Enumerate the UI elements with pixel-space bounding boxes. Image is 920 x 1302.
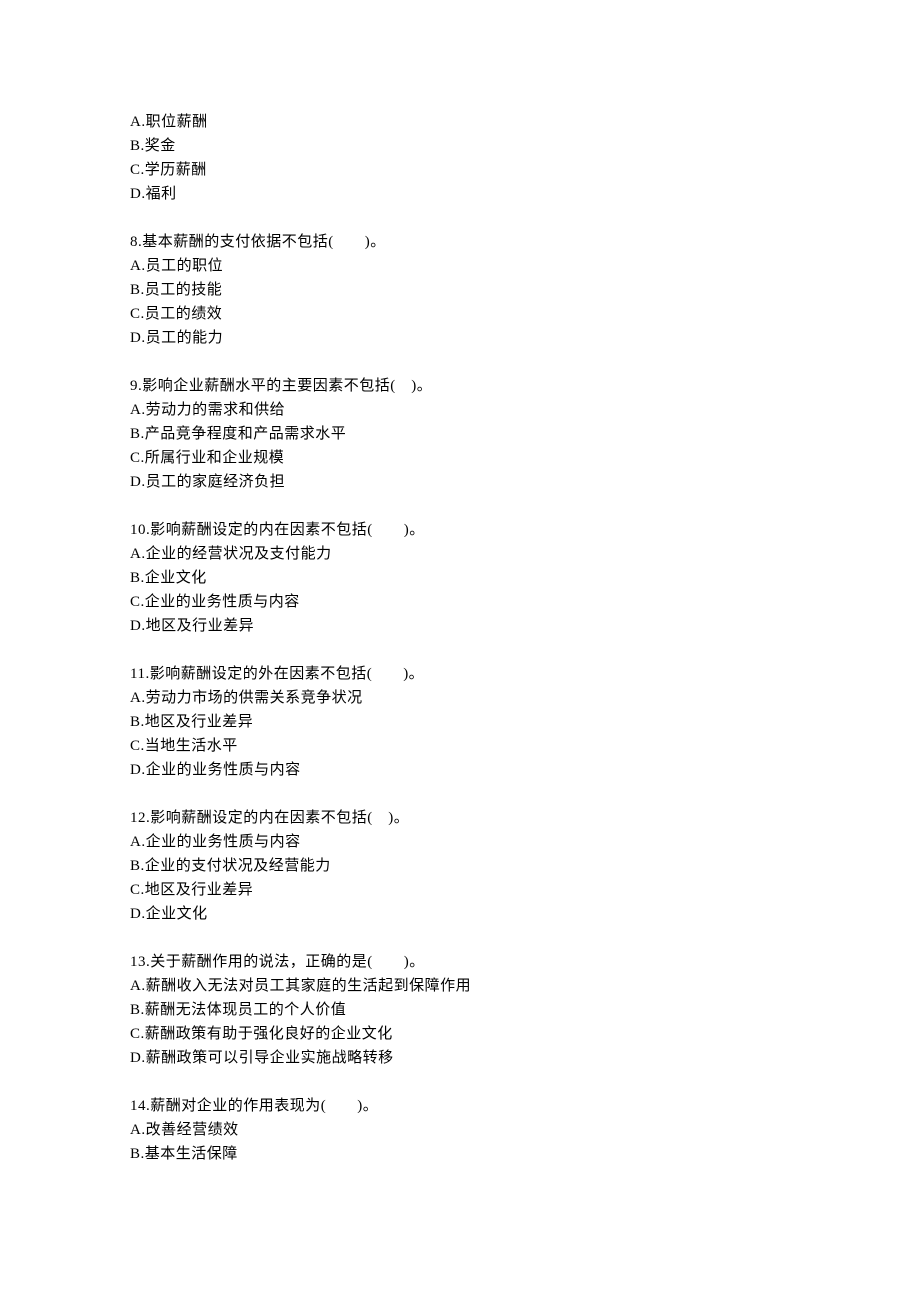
option-a: A.改善经营绩效 bbox=[130, 1118, 790, 1142]
question-block: 12.影响薪酬设定的内在因素不包括( )。 A.企业的业务性质与内容 B.企业的… bbox=[130, 806, 790, 926]
option-d: D.员工的家庭经济负担 bbox=[130, 470, 790, 494]
question-block: 10.影响薪酬设定的内在因素不包括( )。 A.企业的经营状况及支付能力 B.企… bbox=[130, 518, 790, 638]
question-block: 11.影响薪酬设定的外在因素不包括( )。 A.劳动力市场的供需关系竞争状况 B… bbox=[130, 662, 790, 782]
question-block: 14.薪酬对企业的作用表现为( )。 A.改善经营绩效 B.基本生活保障 bbox=[130, 1094, 790, 1166]
question-stem: 8.基本薪酬的支付依据不包括( )。 bbox=[130, 230, 790, 254]
option-d: D.企业的业务性质与内容 bbox=[130, 758, 790, 782]
question-stem: 13.关于薪酬作用的说法，正确的是( )。 bbox=[130, 950, 790, 974]
option-a: A.职位薪酬 bbox=[130, 110, 790, 134]
option-a: A.劳动力的需求和供给 bbox=[130, 398, 790, 422]
option-b: B.基本生活保障 bbox=[130, 1142, 790, 1166]
option-c: C.企业的业务性质与内容 bbox=[130, 590, 790, 614]
option-b: B.企业文化 bbox=[130, 566, 790, 590]
question-stem: 9.影响企业薪酬水平的主要因素不包括( )。 bbox=[130, 374, 790, 398]
option-c: C.薪酬政策有助于强化良好的企业文化 bbox=[130, 1022, 790, 1046]
option-a: A.企业的业务性质与内容 bbox=[130, 830, 790, 854]
option-a: A.企业的经营状况及支付能力 bbox=[130, 542, 790, 566]
top-options-block: A.职位薪酬 B.奖金 C.学历薪酬 D.福利 bbox=[130, 110, 790, 206]
option-c: C.地区及行业差异 bbox=[130, 878, 790, 902]
option-c: C.员工的绩效 bbox=[130, 302, 790, 326]
option-b: B.企业的支付状况及经营能力 bbox=[130, 854, 790, 878]
option-c: C.所属行业和企业规模 bbox=[130, 446, 790, 470]
option-b: B.奖金 bbox=[130, 134, 790, 158]
question-stem: 12.影响薪酬设定的内在因素不包括( )。 bbox=[130, 806, 790, 830]
option-c: C.当地生活水平 bbox=[130, 734, 790, 758]
question-stem: 14.薪酬对企业的作用表现为( )。 bbox=[130, 1094, 790, 1118]
option-b: B.地区及行业差异 bbox=[130, 710, 790, 734]
option-d: D.福利 bbox=[130, 182, 790, 206]
option-d: D.企业文化 bbox=[130, 902, 790, 926]
option-d: D.地区及行业差异 bbox=[130, 614, 790, 638]
question-stem: 10.影响薪酬设定的内在因素不包括( )。 bbox=[130, 518, 790, 542]
option-a: A.员工的职位 bbox=[130, 254, 790, 278]
option-d: D.薪酬政策可以引导企业实施战略转移 bbox=[130, 1046, 790, 1070]
document-page: A.职位薪酬 B.奖金 C.学历薪酬 D.福利 8.基本薪酬的支付依据不包括( … bbox=[0, 0, 920, 1302]
option-b: B.员工的技能 bbox=[130, 278, 790, 302]
question-block: 9.影响企业薪酬水平的主要因素不包括( )。 A.劳动力的需求和供给 B.产品竞… bbox=[130, 374, 790, 494]
option-c: C.学历薪酬 bbox=[130, 158, 790, 182]
option-a: A.薪酬收入无法对员工其家庭的生活起到保障作用 bbox=[130, 974, 790, 998]
question-stem: 11.影响薪酬设定的外在因素不包括( )。 bbox=[130, 662, 790, 686]
option-b: B.产品竞争程度和产品需求水平 bbox=[130, 422, 790, 446]
question-block: 8.基本薪酬的支付依据不包括( )。 A.员工的职位 B.员工的技能 C.员工的… bbox=[130, 230, 790, 350]
option-b: B.薪酬无法体现员工的个人价值 bbox=[130, 998, 790, 1022]
question-block: 13.关于薪酬作用的说法，正确的是( )。 A.薪酬收入无法对员工其家庭的生活起… bbox=[130, 950, 790, 1070]
option-a: A.劳动力市场的供需关系竞争状况 bbox=[130, 686, 790, 710]
option-d: D.员工的能力 bbox=[130, 326, 790, 350]
